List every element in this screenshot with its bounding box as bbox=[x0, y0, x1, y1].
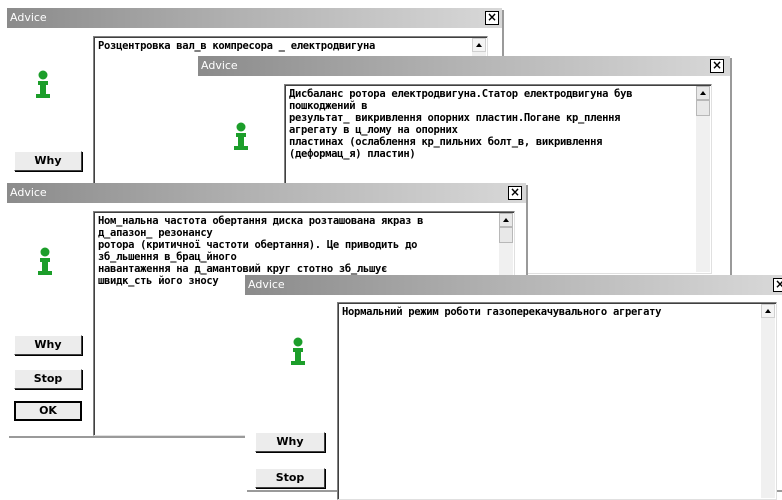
stop-button[interactable]: Stop bbox=[255, 468, 325, 488]
scroll-up-arrow-icon[interactable] bbox=[696, 86, 710, 100]
advice-message: Нормальний режим роботи газоперекачуваль… bbox=[342, 306, 662, 318]
info-icon bbox=[38, 247, 52, 275]
vertical-scrollbar[interactable] bbox=[696, 86, 710, 272]
ok-button[interactable]: OK bbox=[14, 401, 82, 421]
dialog-title: Advice bbox=[10, 186, 47, 199]
scroll-up-arrow-icon[interactable] bbox=[761, 304, 775, 318]
dialog-title: Advice bbox=[201, 59, 238, 72]
scroll-thumb[interactable] bbox=[499, 227, 513, 243]
dialog-titlebar[interactable]: Advice × bbox=[245, 275, 782, 295]
advice-dialog-4: Advice × Нормальний режим роботи газопер… bbox=[245, 275, 782, 500]
dialog-titlebar[interactable]: Advice × bbox=[7, 183, 526, 203]
close-button[interactable]: × bbox=[485, 11, 499, 25]
close-button[interactable]: × bbox=[508, 186, 522, 200]
scroll-thumb[interactable] bbox=[696, 100, 710, 116]
why-button[interactable]: Why bbox=[255, 432, 325, 452]
scroll-up-arrow-icon[interactable] bbox=[499, 213, 513, 227]
dialog-titlebar[interactable]: Advice × bbox=[198, 56, 730, 76]
info-icon bbox=[291, 337, 305, 365]
dialog-body: Нормальний режим роботи газоперекачуваль… bbox=[245, 295, 782, 500]
info-icon bbox=[36, 70, 50, 98]
dialog-title: Advice bbox=[10, 11, 47, 24]
dialog-title: Advice bbox=[248, 278, 285, 291]
why-button[interactable]: Why bbox=[14, 151, 82, 171]
scroll-up-arrow-icon[interactable] bbox=[472, 38, 486, 52]
close-button[interactable]: × bbox=[773, 278, 782, 292]
dialog-titlebar[interactable]: Advice × bbox=[7, 8, 502, 28]
vertical-scrollbar[interactable] bbox=[761, 304, 775, 498]
why-button[interactable]: Why bbox=[14, 335, 82, 355]
close-button[interactable]: × bbox=[710, 59, 724, 73]
advice-message: Дисбаланс ротора електродвигуна.Статор е… bbox=[289, 88, 633, 160]
info-icon bbox=[234, 122, 248, 150]
stop-button[interactable]: Stop bbox=[14, 369, 82, 389]
advice-message: Розцентровка вал_в компресора _ електрод… bbox=[98, 40, 375, 52]
advice-text-area[interactable]: Нормальний режим роботи газоперекачуваль… bbox=[337, 302, 777, 500]
